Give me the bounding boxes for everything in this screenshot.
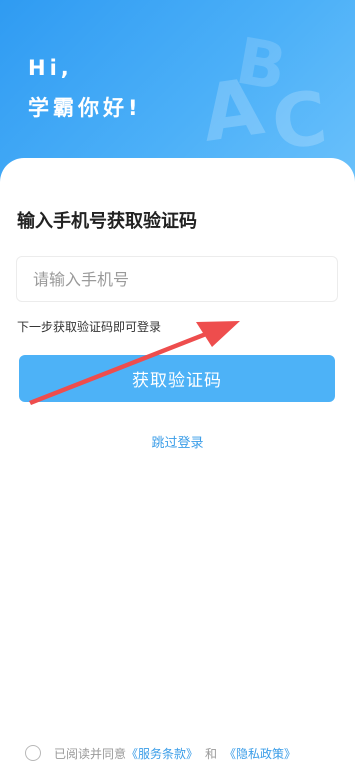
login-screen: Hi, 学霸你好! A B C 输入手机号获取验证码 下一步获取验证码即可登录 … (0, 0, 355, 763)
skip-login-link[interactable]: 跳过登录 (0, 432, 355, 451)
abc-letters-icon: A B C (200, 25, 331, 167)
phone-input[interactable] (16, 256, 338, 302)
login-hint: 下一步获取验证码即可登录 (17, 320, 162, 334)
get-code-button[interactable]: 获取验证码 (19, 355, 335, 402)
agreement-checkbox[interactable] (25, 745, 41, 761)
login-card (0, 158, 355, 763)
page-title: 输入手机号获取验证码 (17, 211, 197, 232)
greeting-line-1: Hi, (28, 56, 73, 80)
deco-letter-c: C (268, 75, 331, 166)
agreement-row: 已阅读并同意 《服务条款》 和 《隐私政策》 (25, 742, 296, 763)
greeting-line-2: 学霸你好! (28, 96, 142, 120)
agreement-prefix: 已阅读并同意 (54, 746, 127, 761)
terms-of-service-link[interactable]: 《服务条款》 (126, 745, 198, 762)
agreement-and: 和 (205, 746, 218, 761)
privacy-policy-link[interactable]: 《隐私政策》 (224, 745, 296, 762)
